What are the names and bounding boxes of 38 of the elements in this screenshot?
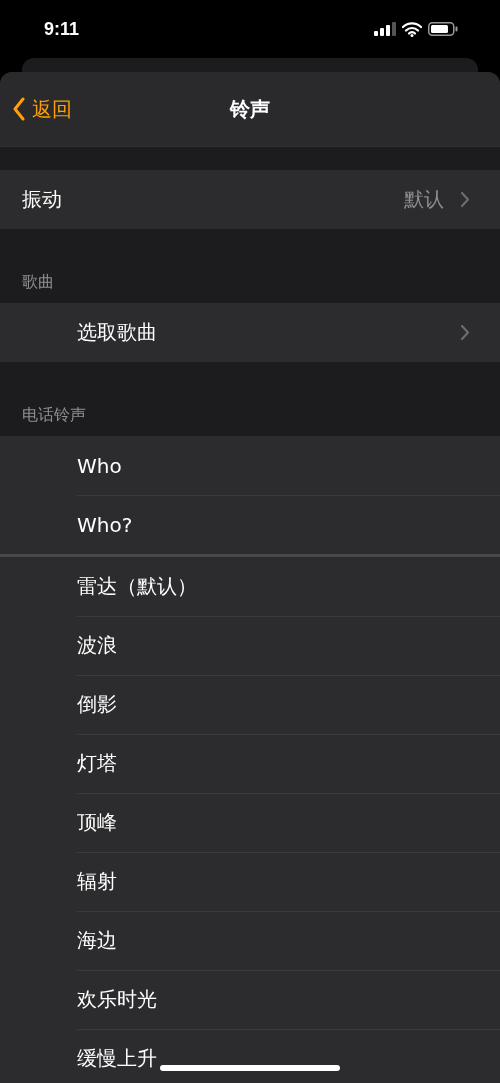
row-label: 振动: [22, 186, 62, 213]
section-header: 歌曲: [22, 272, 54, 293]
ringtone-row[interactable]: 海边: [0, 911, 500, 970]
vibration-row[interactable]: 振动 默认: [0, 170, 500, 229]
ringtone-row[interactable]: 欢乐时光: [0, 970, 500, 1029]
ringtone-name: 倒影: [77, 691, 117, 718]
ringtone-row[interactable]: 倒影: [0, 675, 500, 734]
pick-song-row[interactable]: 选取歌曲: [0, 303, 500, 362]
chevron-icon: [460, 191, 470, 208]
ringtone-row[interactable]: 顶峰: [0, 793, 500, 852]
wifi-icon: [402, 21, 422, 37]
signal-icon: [374, 22, 396, 36]
ringtone-name: 辐射: [77, 868, 117, 895]
ringtone-row[interactable]: 波浪: [0, 616, 500, 675]
ringtone-row[interactable]: Who?: [0, 495, 500, 554]
page-title: 铃声: [230, 95, 270, 123]
ringtone-name: 灯塔: [77, 750, 117, 777]
ringtone-row[interactable]: 雷达（默认）: [0, 557, 500, 616]
ringtone-row[interactable]: 灯塔: [0, 734, 500, 793]
row-label: 选取歌曲: [77, 319, 157, 346]
ringtone-row[interactable]: Who: [0, 436, 500, 495]
ringtone-name: 海边: [77, 927, 117, 954]
ringtone-name: Who?: [77, 512, 133, 537]
ringtone-row[interactable]: 辐射: [0, 852, 500, 911]
section-header: 电话铃声: [22, 405, 86, 426]
ringtone-name: 顶峰: [77, 809, 117, 836]
ringtone-name: 波浪: [77, 632, 117, 659]
back-button[interactable]: 返回: [12, 95, 72, 123]
ringtone-row[interactable]: 缓慢上升: [0, 1029, 500, 1083]
chevron-icon: [460, 324, 470, 341]
ringtone-name: 欢乐时光: [77, 986, 157, 1013]
ringtone-name: 缓慢上升: [77, 1045, 157, 1072]
ringtone-name: Who: [77, 453, 122, 478]
status-time: 9:11: [44, 18, 80, 40]
setting-value: 默认: [404, 186, 444, 213]
ringtone-name: 雷达（默认）: [77, 573, 197, 600]
battery-icon: [428, 22, 458, 36]
back-chevron-icon: [12, 97, 26, 121]
